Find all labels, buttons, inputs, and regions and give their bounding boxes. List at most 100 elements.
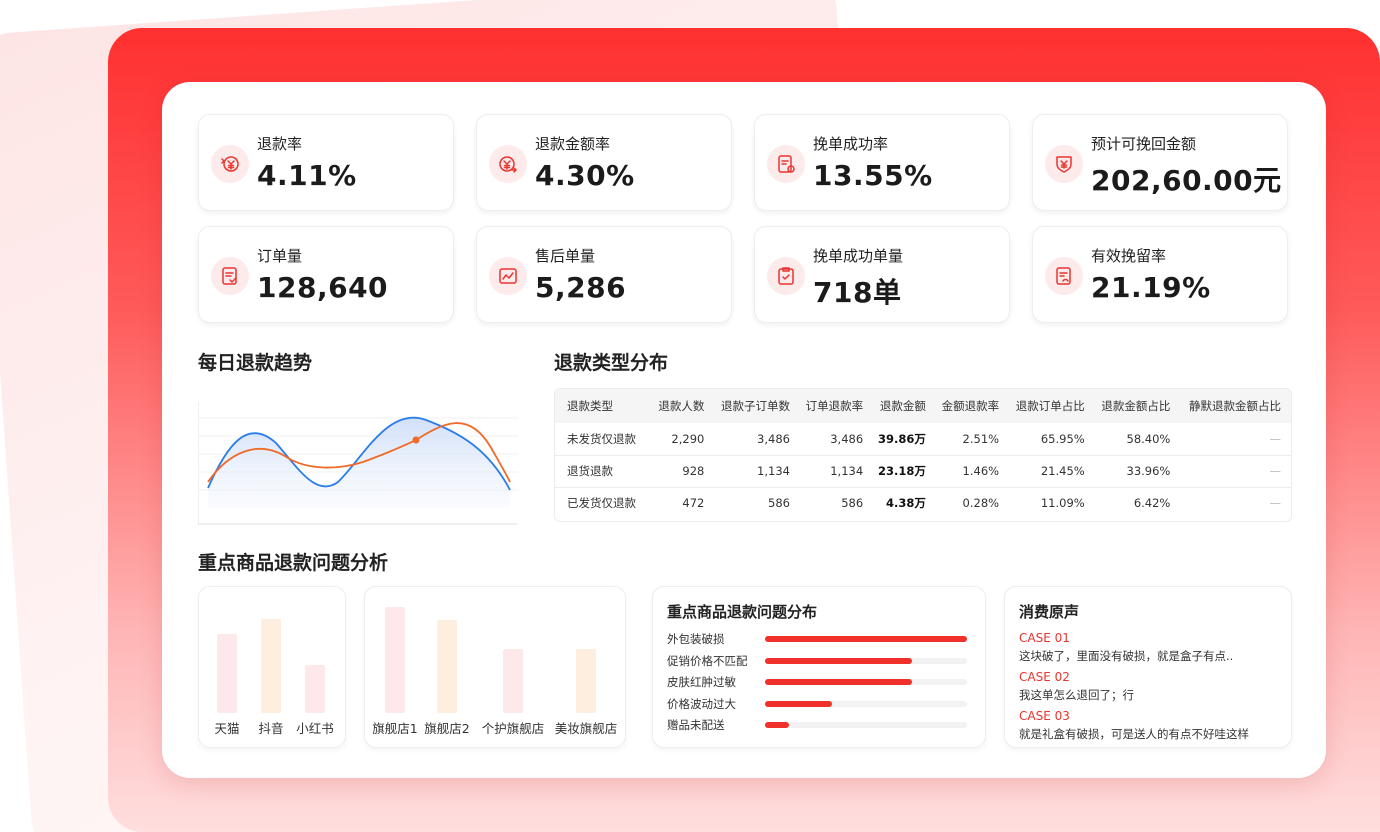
issue-label: 促销价格不匹配 xyxy=(667,653,748,668)
table-cell: 2.51% xyxy=(962,431,1000,446)
after-sale-icon xyxy=(489,257,527,295)
table-cell: 39.86万 xyxy=(878,431,926,446)
table-cell: — xyxy=(1269,464,1282,478)
table-cell: 586 xyxy=(841,496,864,511)
kpi-card: 退款金额率 4.30% xyxy=(476,114,732,211)
bar xyxy=(261,619,281,713)
trend-chart-svg xyxy=(197,402,518,525)
kpi-card: 售后单量 5,286 xyxy=(476,226,732,323)
issue-row: 皮肤红肿过敏 xyxy=(667,674,967,690)
kpi-label: 有效挽留率 xyxy=(1091,247,1167,265)
shield-yen-icon xyxy=(1045,145,1083,183)
key-products-title: 重点商品退款问题分析 xyxy=(198,552,389,574)
kpi-value: 718单 xyxy=(813,276,902,309)
table-body: 未发货仅退款 2,290 3,486 3,486 39.86万 2.51% 65.95% 58… xyxy=(555,423,1291,519)
table-cell: 33.96% xyxy=(1126,464,1171,478)
table-cell: 3,486 xyxy=(830,431,864,446)
table-cell: 1.46% xyxy=(962,464,1000,478)
kpi-card: 有效挽留率 21.19% xyxy=(1032,226,1288,323)
kpi-card: 订单量 128,640 xyxy=(198,226,454,323)
kpi-value: 13.55% xyxy=(813,159,933,192)
trend-chart xyxy=(197,398,520,526)
table-header-cell: 订单退款率 xyxy=(805,399,864,413)
table-cell: 928 xyxy=(682,464,705,478)
table-cell: 11.09% xyxy=(1040,496,1085,511)
kpi-label: 挽单成功单量 xyxy=(813,247,904,265)
bar-label: 美妆旗舰店 xyxy=(554,721,618,736)
table-header-cell: 退款金额 xyxy=(879,399,926,413)
table-header-row: 退款类型 退款人数 退款子订单数 订单退款率 退款金额 金额退款率 退款订单占比 退款金额占比… xyxy=(555,389,1291,423)
refund-type-title: 退款类型分布 xyxy=(554,352,669,374)
issue-bar-fill xyxy=(765,679,912,685)
refund-table: 退款类型 退款人数 退款子订单数 订单退款率 退款金额 金额退款率 退款订单占比 退款金额占比… xyxy=(555,389,1291,519)
consumer-voice-title: 消费原声 xyxy=(1019,603,1080,621)
kpi-label: 挽单成功率 xyxy=(813,135,889,153)
issue-bar-track xyxy=(765,679,967,685)
refund-rate-icon xyxy=(211,145,249,183)
issue-bar-track xyxy=(765,636,967,642)
table-header-cell: 静默退款金额占比 xyxy=(1189,399,1281,413)
kpi-value: 5,286 xyxy=(535,271,627,304)
table-header-cell: 退款金额占比 xyxy=(1101,399,1171,413)
case-text: 我这单怎么退回了；行 xyxy=(1019,688,1134,702)
trend-title: 每日退款趋势 xyxy=(198,352,313,374)
table-cell: 4.38万 xyxy=(886,496,926,511)
table-row: 未发货仅退款 2,290 3,486 3,486 39.86万 2.51% 65.95% 58… xyxy=(555,423,1291,455)
table-cell: 2,290 xyxy=(671,431,705,446)
store-bar-card: 旗舰店1 旗舰店2 个护旗舰店 美妆旗舰店 xyxy=(364,586,626,748)
kpi-card: 预计可挽回金额 202,60.00元 xyxy=(1032,114,1288,211)
kpi-card: 退款率 4.11% xyxy=(198,114,454,211)
table-header-cell: 退款类型 xyxy=(567,399,613,413)
save-success-icon xyxy=(767,145,805,183)
bar xyxy=(503,649,523,713)
bar xyxy=(576,649,596,713)
kpi-value: 4.30% xyxy=(535,159,635,192)
platform-bar-card: 天猫 抖音 小红书 xyxy=(198,586,346,748)
issue-bar-track xyxy=(765,657,967,664)
kpi-value: 21.19% xyxy=(1091,271,1211,304)
table-cell: 未发货仅退款 xyxy=(567,431,636,446)
case-id: CASE 02 xyxy=(1019,670,1070,684)
table-row: 已发货仅退款 472 586 586 4.38万 0.28% 11.09% 6.42% — xyxy=(555,487,1291,519)
table-cell: — xyxy=(1269,431,1282,446)
kpi-label: 订单量 xyxy=(257,247,303,265)
bar xyxy=(437,620,457,713)
refund-amount-icon xyxy=(489,145,527,183)
table-cell: 0.28% xyxy=(962,496,1000,511)
issue-label: 赠品未配送 xyxy=(667,718,725,732)
table-cell: 6.42% xyxy=(1133,496,1171,511)
issue-row: 赠品未配送 xyxy=(667,717,967,733)
issue-distribution-title: 重点商品退款问题分布 xyxy=(667,603,818,621)
retention-icon xyxy=(1045,257,1083,295)
case-text: 这块破了，里面没有破损，就是盒子有点.. xyxy=(1019,649,1234,663)
table-cell: 58.40% xyxy=(1126,431,1171,446)
issue-bar-track xyxy=(765,722,967,728)
bar xyxy=(305,665,325,713)
issue-row: 价格波动过大 xyxy=(667,696,967,712)
table-header-cell: 退款子订单数 xyxy=(720,399,790,413)
table-header-cell: 金额退款率 xyxy=(941,399,1000,413)
issue-label: 皮肤红肿过敏 xyxy=(667,675,736,689)
consumer-voice-card: 消费原声 CASE 01 这块破了，里面没有破损，就是盒子有点.. CASE 02 我… xyxy=(1004,586,1292,748)
table-cell: 已发货仅退款 xyxy=(567,496,636,511)
issue-bar-fill xyxy=(765,700,832,707)
issue-bar-fill xyxy=(765,722,789,728)
table-cell: 23.18万 xyxy=(878,464,926,478)
kpi-card: 挽单成功单量 718单 xyxy=(754,226,1010,323)
issue-bar-fill xyxy=(765,657,912,664)
case-id: CASE 03 xyxy=(1019,709,1070,723)
table-row: 退货退款 928 1,134 1,134 23.18万 1.46% 21.45% 33.96%… xyxy=(555,455,1291,487)
table-cell: — xyxy=(1269,496,1282,511)
refund-type-table: 退款类型 退款人数 退款子订单数 订单退款率 退款金额 金额退款率 退款订单占比 退款金额占比… xyxy=(554,388,1292,522)
issue-label: 价格波动过大 xyxy=(667,696,736,711)
bar-label: 个护旗舰店 xyxy=(481,721,545,736)
kpi-value: 4.11% xyxy=(257,159,357,192)
table-cell: 1,134 xyxy=(757,464,790,478)
case-text: 就是礼盒有破损，可是送人的有点不好哇这样 xyxy=(1019,727,1249,741)
order-icon xyxy=(211,257,249,295)
table-cell: 65.95% xyxy=(1040,431,1085,446)
issue-row: 外包装破损 xyxy=(667,631,967,647)
kpi-card: 挽单成功率 13.55% xyxy=(754,114,1010,211)
kpi-label: 预计可挽回金额 xyxy=(1091,135,1197,153)
kpi-label: 售后单量 xyxy=(535,247,596,265)
